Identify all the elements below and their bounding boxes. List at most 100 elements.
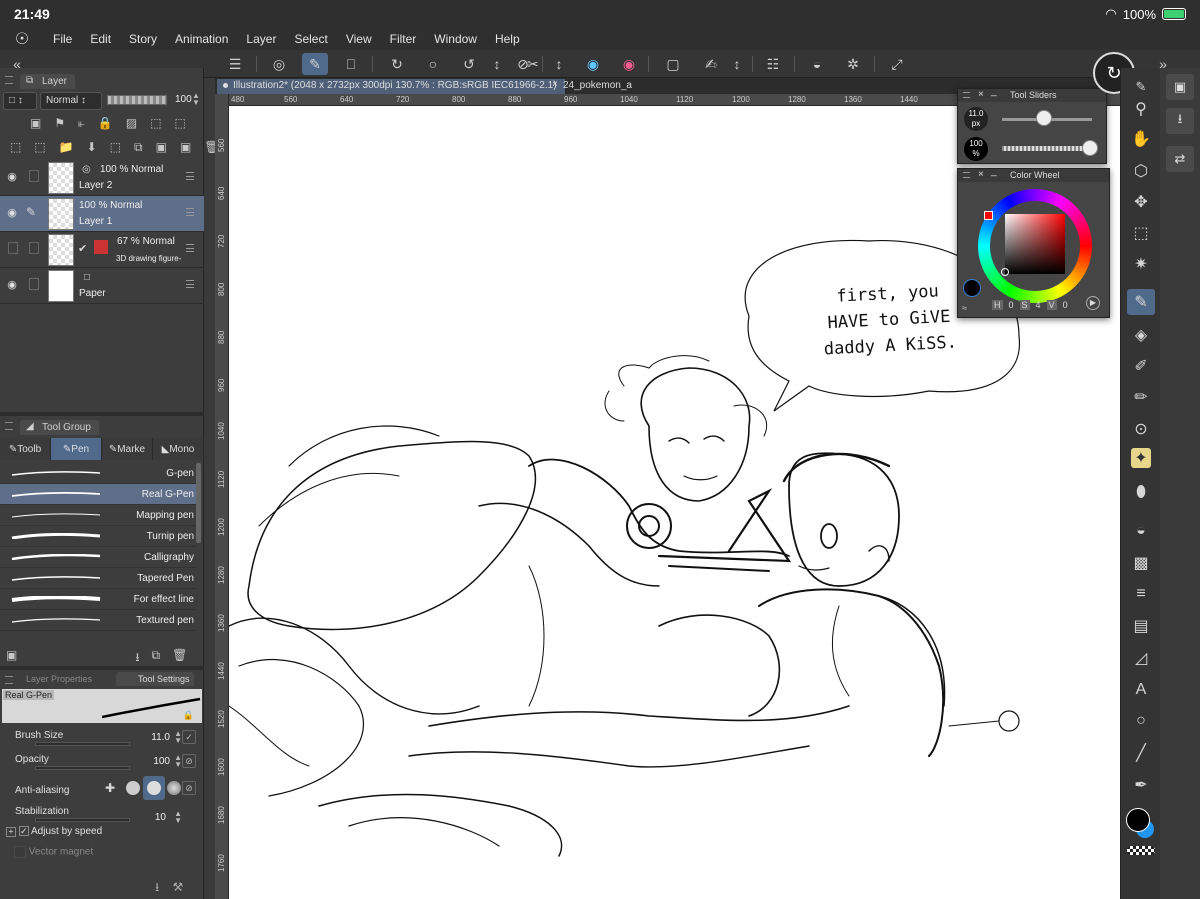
blend-mode-select[interactable]: Normal ↕ — [40, 92, 102, 110]
marquee-icon[interactable]: ⬚ — [1127, 220, 1155, 246]
eye-icon[interactable]: ◉ — [5, 170, 19, 183]
minimize-icon[interactable]: _ — [991, 166, 997, 177]
brush-item[interactable]: Turnip pen — [0, 526, 196, 547]
eye-icon[interactable]: ◉ — [5, 278, 19, 291]
mask-enable-icon[interactable]: ⬚ — [175, 116, 186, 131]
menu-select[interactable]: Select — [285, 32, 336, 46]
menu-file[interactable]: File — [44, 32, 81, 46]
color-marker[interactable] — [1001, 268, 1009, 276]
menu-help[interactable]: Help — [486, 32, 529, 46]
menu-filter[interactable]: Filter — [381, 32, 426, 46]
stabilization-setting[interactable]: Stabilization 10 ▲ ▼ — [0, 804, 204, 828]
fullscreen-icon[interactable]: ⤢ — [884, 53, 910, 75]
brush-item[interactable]: Textured pen — [0, 610, 196, 631]
layer-row[interactable]: ◉ ✎ 100 % Normal Layer 1 — [0, 196, 204, 232]
close-icon[interactable]: × — [978, 89, 984, 100]
new-raster-icon[interactable]: ⬚ — [10, 140, 21, 155]
brush-item[interactable]: G-pen — [0, 463, 196, 484]
drag-handle-icon[interactable] — [5, 676, 13, 684]
layer-panel-tab[interactable]: ⧉ Layer — [20, 73, 76, 89]
line-correction-icon[interactable]: ╱ — [1127, 740, 1155, 766]
tab-layer-properties[interactable]: Layer Properties — [22, 673, 96, 685]
layer-check[interactable] — [29, 170, 39, 182]
drag-handle-icon[interactable] — [963, 92, 970, 98]
eyedropper-icon[interactable]: ✒ — [1127, 772, 1155, 798]
layer-menu-icon[interactable] — [186, 280, 194, 288]
merge-icon[interactable]: ⬚ — [110, 140, 121, 155]
vector-magnet-row[interactable]: Vector magnet — [14, 846, 198, 864]
layer-menu-icon[interactable] — [186, 244, 194, 252]
stabilization-stepper[interactable]: ▲ ▼ — [174, 810, 182, 825]
close-tab-icon[interactable]: × — [552, 79, 558, 90]
reset-icon[interactable]: ⭳ — [155, 880, 159, 894]
gradient-icon[interactable]: ▩ — [1127, 550, 1155, 576]
expand-icon[interactable]: + — [6, 827, 16, 837]
document-tab[interactable]: × 24_pokemon_a — [547, 79, 640, 94]
zoom-icon[interactable]: ⚲ — [1127, 96, 1155, 122]
adjust-speed-checkbox[interactable]: ✓ — [18, 826, 29, 836]
navigator-icon[interactable]: ▣ — [1166, 74, 1194, 100]
hamburger-menu-icon[interactable]: ☰ — [222, 53, 248, 75]
pressure-icon[interactable]: ✓ — [182, 730, 196, 744]
reference-icon[interactable]: ◉ — [580, 53, 606, 75]
magic-wand-icon[interactable]: ✷ — [1127, 251, 1155, 277]
layer-check[interactable] — [29, 278, 39, 290]
vector-magnet-checkbox[interactable] — [14, 846, 26, 858]
copy-icon[interactable]: ⧉ — [134, 140, 143, 155]
marker-icon[interactable]: ✐ — [1127, 353, 1155, 379]
stepper-icon[interactable]: ↕ — [484, 53, 510, 75]
antialias-weak-icon[interactable] — [126, 781, 140, 795]
antialias-toggle-icon[interactable]: ⊘ — [182, 781, 196, 795]
import-icon[interactable]: ⭳ — [1166, 108, 1194, 134]
3d-cube-icon[interactable]: ⬡ — [1127, 158, 1155, 184]
move-icon[interactable]: ✥ — [1127, 189, 1155, 215]
drag-handle-icon[interactable] — [963, 172, 970, 178]
hand-icon[interactable]: ✋ — [1127, 126, 1155, 152]
opacity-slider[interactable] — [1002, 146, 1092, 151]
fill-icon[interactable]: ◒ — [804, 53, 830, 75]
swap-colors-icon[interactable]: ≈ — [962, 303, 967, 313]
balloon-icon[interactable]: ○ — [1127, 708, 1155, 734]
layer-menu-icon[interactable] — [186, 208, 194, 216]
menu-window[interactable]: Window — [425, 32, 486, 46]
opacity-slider-knob[interactable] — [1082, 140, 1098, 156]
layer-opacity-slider[interactable] — [107, 95, 167, 105]
layer-row[interactable]: ◉ ◎ 100 % Normal Layer 2 — [0, 160, 204, 196]
hue-marker[interactable] — [984, 211, 993, 220]
brush-size-slider[interactable] — [35, 742, 130, 746]
blend-icon[interactable]: ⬮ — [1127, 480, 1155, 506]
transfer-down-icon[interactable]: ⬇ — [87, 140, 97, 155]
main-color-icon[interactable] — [1126, 808, 1150, 832]
loading-icon[interactable]: ✲ — [840, 53, 866, 75]
new-file-icon[interactable]: ⎕ — [338, 53, 364, 75]
edit-layer-icon[interactable]: ✎ — [302, 53, 328, 75]
brush-size-stepper[interactable]: ▲ ▼ — [174, 730, 182, 745]
lock-alpha-icon[interactable]: ▨ — [126, 116, 137, 131]
color-target-icon[interactable]: ◉ — [616, 53, 642, 75]
main-color-swatch[interactable] — [963, 279, 981, 297]
brush-list-scrollbar[interactable] — [196, 463, 201, 543]
opacity-stepper[interactable]: ▲ ▼ — [192, 92, 200, 107]
ruler-icon[interactable]: ◿ — [1127, 645, 1155, 671]
minimize-icon[interactable]: _ — [991, 86, 997, 97]
layer-color-select[interactable]: □ ↕ — [3, 92, 37, 110]
antialias-strong-icon[interactable] — [167, 781, 181, 795]
lock-icon[interactable]: 🔒 — [183, 710, 194, 721]
opacity-slider[interactable] — [35, 766, 130, 770]
eye-icon[interactable]: ◉ — [5, 206, 19, 219]
eraser-icon[interactable]: ◈ — [1127, 322, 1155, 348]
menu-story[interactable]: Story — [120, 32, 166, 46]
pen-tool-icon[interactable]: ✎ — [1127, 289, 1155, 315]
brush-item[interactable]: For effect line — [0, 589, 196, 610]
size-slider-knob[interactable] — [1036, 110, 1052, 126]
new-vector-icon[interactable]: ⬚ — [34, 140, 45, 155]
eraser-icon[interactable]: ✂ — [520, 53, 546, 75]
brush-size-setting[interactable]: Brush Size 11.0 ▲ ▼ ✓ — [0, 728, 204, 752]
figure-icon[interactable]: ≡ — [1127, 581, 1155, 607]
undo-icon[interactable]: ↺ — [456, 53, 482, 75]
text-icon[interactable]: A — [1127, 677, 1155, 703]
property-icon[interactable]: ☷ — [760, 53, 786, 75]
transform-icon[interactable]: ▢ — [660, 53, 686, 75]
ref-layer-icon[interactable]: ▣ — [30, 116, 41, 131]
tool-group-tab[interactable]: ◢ Tool Group — [20, 419, 99, 435]
